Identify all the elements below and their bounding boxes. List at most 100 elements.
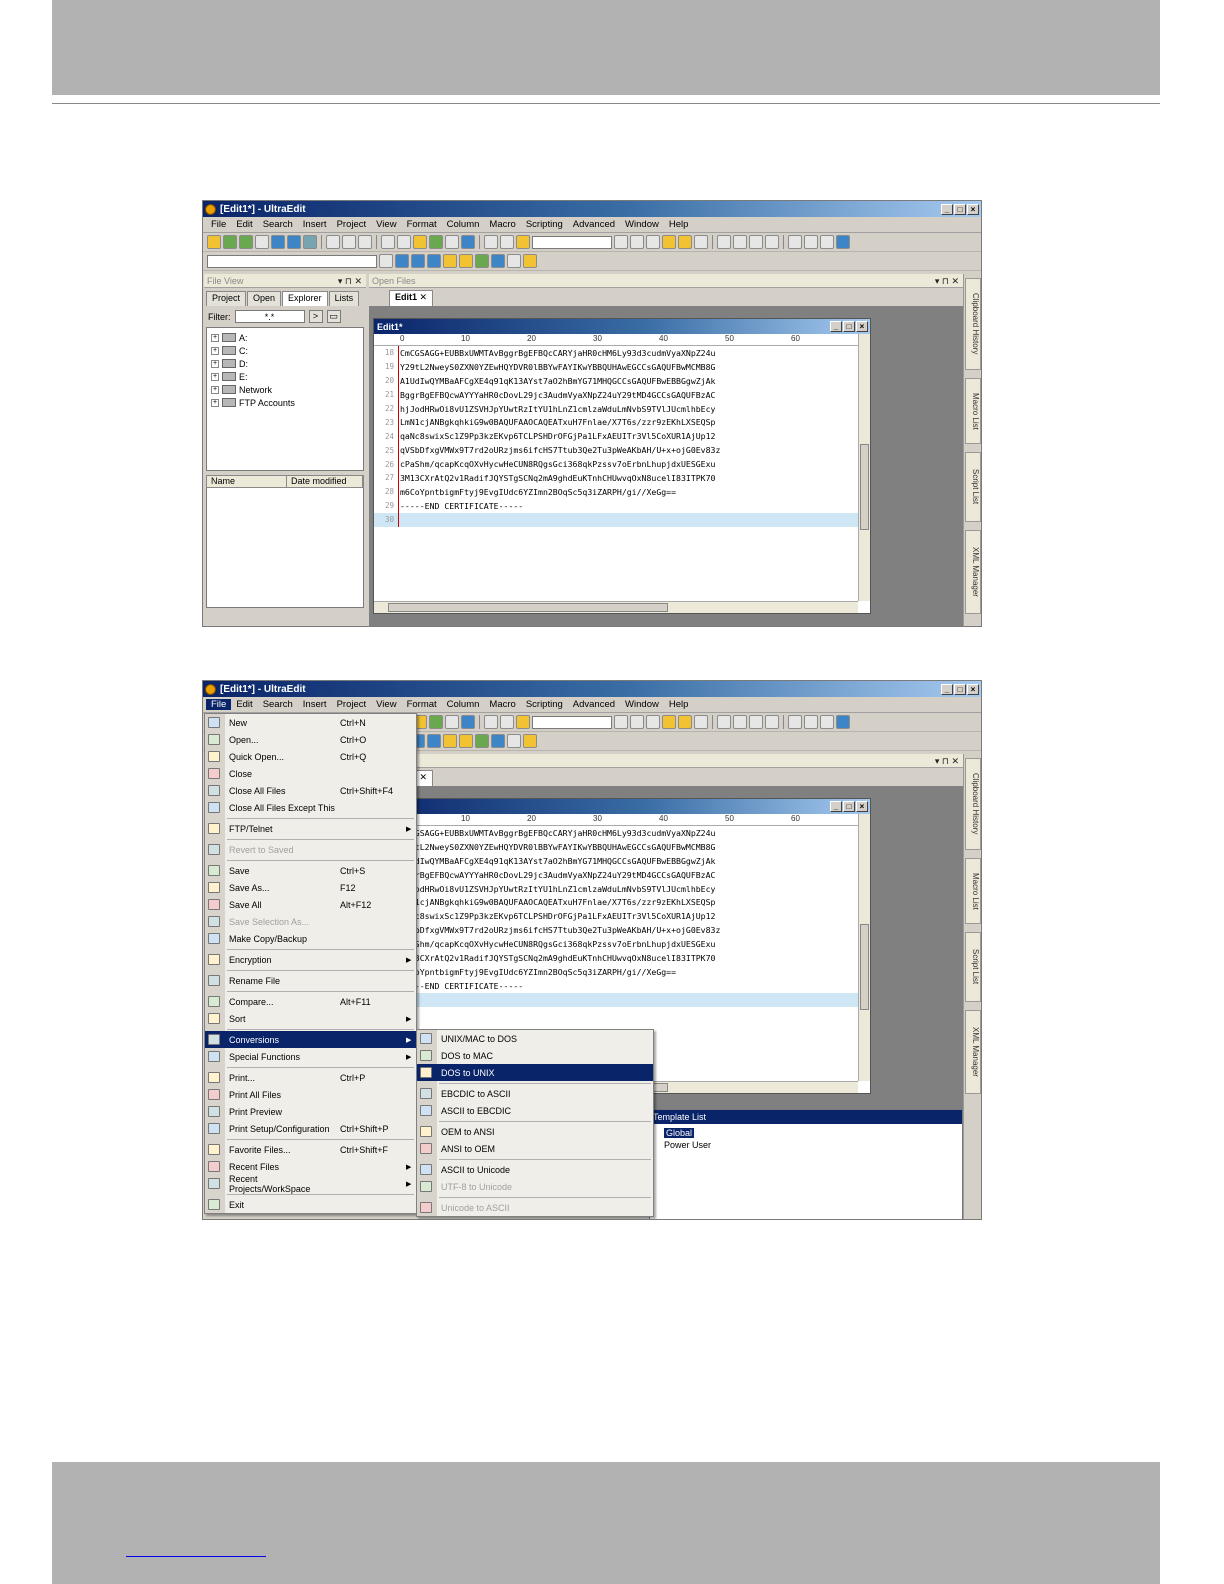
menu-item-open[interactable]: Open... Ctrl+O: [205, 731, 416, 748]
menu-view[interactable]: View: [371, 219, 401, 230]
tile-horizontal-icon[interactable]: [788, 715, 802, 729]
cascade-icon[interactable]: [820, 235, 834, 249]
menu-item-compare[interactable]: Compare... Alt+F11: [205, 993, 416, 1010]
code-line[interactable]: 24 qaNc8swixSc1Z9Pp3kzEKvp6TCLPSHDrOFGjPa…: [374, 429, 870, 443]
document-titlebar[interactable]: Edit1* _ □ ×: [374, 319, 870, 334]
browser-view-icon[interactable]: [461, 235, 475, 249]
browser-view-icon[interactable]: [461, 715, 475, 729]
replace-icon[interactable]: [646, 715, 660, 729]
align-center-icon[interactable]: [733, 715, 747, 729]
close-tab-icon[interactable]: ✕: [420, 292, 428, 302]
print-preview-icon[interactable]: [342, 235, 356, 249]
menu-scripting[interactable]: Scripting: [521, 699, 568, 710]
menu-item-recent-files[interactable]: Recent Files ▶: [205, 1158, 416, 1175]
align-left-icon[interactable]: [717, 235, 731, 249]
menu-item-recent-projects-workspace[interactable]: Recent Projects/WorkSpace ▶: [205, 1174, 416, 1194]
menu-edit[interactable]: Edit: [231, 699, 257, 710]
menu-item-ascii-to-unicode[interactable]: ASCII to Unicode: [417, 1161, 653, 1178]
justify-icon[interactable]: [765, 235, 779, 249]
tile-horizontal-icon[interactable]: [788, 235, 802, 249]
menu-macro[interactable]: Macro: [484, 699, 520, 710]
menu-item-make-copy-backup[interactable]: Make Copy/Backup: [205, 930, 416, 947]
document-titlebar[interactable]: Edit1* _ □ ×: [374, 799, 870, 814]
menu-format[interactable]: Format: [402, 219, 442, 230]
justify-icon[interactable]: [765, 715, 779, 729]
menu-item-conversions[interactable]: Conversions ▶: [205, 1031, 416, 1048]
expand-icon[interactable]: +: [211, 398, 219, 407]
spell-check-icon[interactable]: [429, 715, 443, 729]
menu-item-ftp-telnet[interactable]: FTP/Telnet ▶: [205, 820, 416, 837]
excel-icon[interactable]: [475, 254, 489, 268]
expand-icon[interactable]: +: [211, 333, 219, 342]
ftp-icon[interactable]: [507, 734, 521, 748]
menu-column[interactable]: Column: [442, 699, 485, 710]
code-line[interactable]: 18 CmCGSAGG+EUBBxUWMTAvBggrBgEFBQcCARYjaH…: [374, 346, 870, 360]
notes-icon[interactable]: [459, 734, 473, 748]
menu-file[interactable]: File: [206, 699, 232, 710]
code-line[interactable]: 30: [374, 512, 870, 527]
menu-item-print-preview[interactable]: Print Preview: [205, 1103, 416, 1120]
cut-icon[interactable]: [484, 235, 498, 249]
save-all-icon[interactable]: [303, 235, 317, 249]
code-line[interactable]: 20A1UdIwQYMBaAFCgXE4q91qK13AYst7aO2hBmYG…: [374, 854, 870, 868]
code-line[interactable]: 29-----END CERTIFICATE-----: [374, 979, 870, 993]
outlook-icon[interactable]: [427, 254, 441, 268]
code-line[interactable]: 28 m6CoYpntbigmFtyj9EvgIUdc6YZImn2BOqSc5q…: [374, 485, 870, 499]
clipboard-combo[interactable]: [532, 715, 612, 729]
menu-window[interactable]: Window: [620, 219, 664, 230]
cut-icon[interactable]: [484, 715, 498, 729]
scroll-thumb[interactable]: [860, 444, 869, 530]
web-icon[interactable]: [836, 235, 850, 249]
web-icon[interactable]: [836, 715, 850, 729]
help-icon[interactable]: [443, 734, 457, 748]
align-right-icon[interactable]: [749, 715, 763, 729]
template-item-power-user[interactable]: Power User: [664, 1140, 962, 1150]
align-left-icon[interactable]: [717, 715, 731, 729]
run-icon[interactable]: [491, 734, 505, 748]
column-mode-icon[interactable]: [413, 235, 427, 249]
doc-maximize-button[interactable]: □: [843, 801, 855, 812]
side-tab-macro-list[interactable]: Macro List: [965, 858, 981, 924]
menu-item-save-as[interactable]: Save As... F12: [205, 879, 416, 896]
scroll-thumb[interactable]: [388, 603, 668, 612]
word-icon[interactable]: [395, 254, 409, 268]
menu-item-ebcdic-to-ascii[interactable]: EBCDIC to ASCII: [417, 1085, 653, 1102]
column-date-modified[interactable]: Date modified: [287, 476, 363, 487]
tab-open[interactable]: Open: [247, 291, 282, 306]
new-file-icon[interactable]: [255, 235, 269, 249]
find-in-files-icon[interactable]: [662, 235, 676, 249]
code-editor[interactable]: 18 CmCGSAGG+EUBBxUWMTAvBggrBgEFBQcCARYjaH…: [374, 346, 870, 527]
tree-item-drive-e[interactable]: + E:: [211, 370, 359, 383]
menu-item-ansi-to-oem[interactable]: ANSI to OEM: [417, 1140, 653, 1157]
help-icon[interactable]: [443, 254, 457, 268]
menu-item-rename-file[interactable]: Rename File: [205, 972, 416, 989]
horizontal-scrollbar[interactable]: [374, 601, 858, 613]
column-name[interactable]: Name: [207, 476, 287, 487]
notes-icon[interactable]: [459, 254, 473, 268]
side-tab-xml-manager[interactable]: XML Manager: [965, 1010, 981, 1094]
code-line[interactable]: 21 BggrBgEFBQcwAYYYaHR0cDovL29jc3AudmVyaX…: [374, 388, 870, 402]
bookmark-icon[interactable]: [678, 235, 692, 249]
list-lines-icon[interactable]: [445, 715, 459, 729]
goto-icon[interactable]: [694, 235, 708, 249]
excel-icon[interactable]: [475, 734, 489, 748]
print-icon[interactable]: [326, 235, 340, 249]
code-line[interactable]: 26cPaShm/qcapKcqOXvHycwHeCUN8RQgsGci368q…: [374, 937, 870, 951]
menu-item-dos-to-unix[interactable]: DOS to UNIX: [417, 1064, 653, 1081]
panel-close-icon[interactable]: ▾ ⊓ ✕: [935, 754, 963, 767]
menu-project[interactable]: Project: [332, 219, 372, 230]
menu-item-unix-mac-to-dos[interactable]: UNIX/MAC to DOS: [417, 1030, 653, 1047]
close-tab-icon[interactable]: ✕: [420, 772, 428, 782]
outlook-icon[interactable]: [427, 734, 441, 748]
menu-view[interactable]: View: [371, 699, 401, 710]
menu-format[interactable]: Format: [402, 699, 442, 710]
side-tab-script-list[interactable]: Script List: [965, 932, 981, 1002]
template-item-global[interactable]: Global: [664, 1128, 962, 1138]
code-line[interactable]: 22hjJodHRwOi8vU1ZSVHJpYUwtRzItYU1hLnZ1cm…: [374, 882, 870, 896]
tool-icon[interactable]: [523, 734, 537, 748]
clipboard-combo[interactable]: [532, 235, 612, 249]
doc-close-button[interactable]: ×: [856, 321, 868, 332]
tree-item-drive-d[interactable]: + D:: [211, 357, 359, 370]
wordpad-icon[interactable]: [411, 254, 425, 268]
goto-icon[interactable]: [694, 715, 708, 729]
